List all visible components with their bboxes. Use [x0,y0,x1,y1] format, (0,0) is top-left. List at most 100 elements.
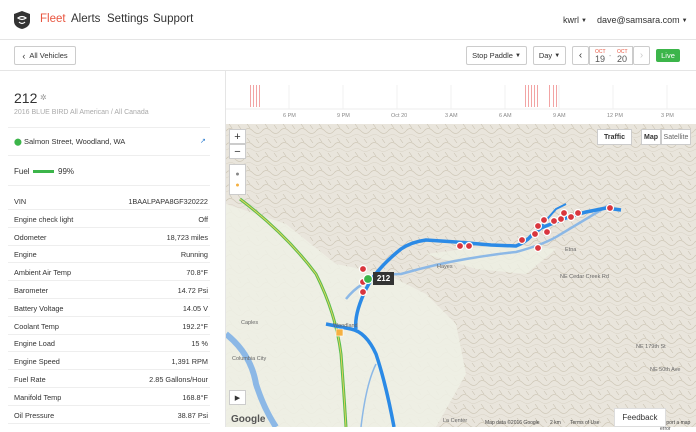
prev-day-button[interactable]: ‹ [572,46,589,65]
timeline-chart [226,85,696,110]
zoom-in-button[interactable]: + [229,129,246,144]
activity-mark [528,85,529,107]
next-day-button[interactable]: › [633,46,650,65]
all-vehicles-label: All Vehicles [29,51,68,60]
activity-mark [537,85,538,107]
nav-settings[interactable]: Settings [107,13,149,25]
stat-row: Odometer 18,723 miles [8,228,210,246]
period-dropdown[interactable]: Day ▼ [533,46,566,65]
activity-mark [531,85,532,107]
timeline-tick-label: 6 AM [499,113,512,119]
stop-marker [573,208,583,218]
timeline-tick-label: 9 PM [337,113,350,119]
activity-mark [549,85,550,107]
timeline-tick-label: 12 PM [607,113,623,119]
activity-timeline[interactable] [226,71,696,124]
stat-row: Engine Load 15 % [8,334,210,353]
divider [8,127,210,128]
activity-mark [525,85,526,107]
layers-icon[interactable]: ● [235,171,239,178]
date-separator: - [609,53,612,60]
stat-value: 18,723 miles [166,232,208,242]
live-button[interactable]: Live [656,49,680,62]
nav-alerts[interactable]: Alerts [71,13,100,25]
stop-marker [358,287,368,297]
top-nav: Fleet Alerts Settings Support kwrl ▼ dave… [0,0,696,40]
samsara-logo-icon[interactable] [13,10,31,30]
chevron-right-icon: › [639,50,644,61]
chevron-down-icon: ▼ [554,52,561,59]
activity-mark [534,85,535,107]
gear-icon[interactable]: ✲ [40,93,47,102]
start-day: 19 [595,54,606,64]
stat-label: Coolant Temp [14,321,59,331]
date-range[interactable]: OCT 19 - OCT 20 [589,46,633,65]
vehicle-location: Salmon Street, Woodland, WA [24,137,126,146]
activity-mark [250,85,251,107]
stop-marker [549,216,559,226]
chevron-down-icon: ▼ [514,52,521,59]
play-button[interactable]: ▶ [229,390,246,405]
stat-value: 1,391 RPM [171,357,208,367]
vehicle-subtitle: 2016 BLUE BIRD All American / All Canada [14,109,149,116]
timeline-tick-label: 3 AM [445,113,458,119]
stop-marker [539,215,549,225]
traffic-toggle[interactable]: Traffic [597,129,632,145]
play-icon: ▶ [234,394,241,402]
stat-value: 14.05 V [182,303,208,313]
stat-label: VIN [14,197,27,206]
location-pin-icon: ⬤ [14,139,22,146]
chevron-down-icon: ▼ [681,17,688,24]
nav-fleet[interactable]: Fleet [40,13,66,25]
stat-row: Engine check light Off [8,210,210,228]
stat-value: 192.2°F [182,321,208,331]
user-menu[interactable]: dave@samsara.com ▼ [597,15,688,25]
map-view[interactable] [226,124,696,427]
stat-label: Engine Load [14,339,55,349]
stop-dropdown[interactable]: Stop Paddle ▼ [466,46,527,65]
stat-value: 168.8°F [182,392,208,402]
chevron-left-icon: ‹ [22,50,26,61]
stat-label: Odometer [14,232,47,242]
stat-label: Oil Pressure [14,410,55,420]
all-vehicles-button[interactable]: ‹ All Vehicles [14,46,76,65]
divider [8,185,210,186]
zoom-out-button[interactable]: − [229,144,246,159]
stat-label: Ambient Air Temp [14,268,72,278]
map-type-satellite[interactable]: Satellite [661,129,691,145]
pegman-icon[interactable]: ● [235,182,239,189]
stat-row: VIN 1BAALPAPA8GF320222 [8,192,210,210]
place-label: Hayes [437,264,453,270]
stop-marker [533,243,543,253]
map-type-map[interactable]: Map [641,129,661,145]
stop-marker [559,208,569,218]
vehicle-tag: 212 [373,272,394,285]
period-label: Day [538,51,553,60]
stop-marker [566,212,576,222]
end-day: 20 [617,54,628,64]
feedback-button[interactable]: Feedback [614,408,666,427]
map-canvas [226,124,696,427]
stat-label: Battery Voltage [14,303,64,313]
timeline-tick-label: 3 PM [661,113,674,119]
vehicle-name: 212 [14,90,38,106]
timeline-tick-label: 9 AM [553,113,566,119]
stat-value: 38.87 Psi [177,410,208,420]
timeline-tick-label: Oct 20 [391,113,408,119]
external-link-icon[interactable]: ↗ [200,137,206,145]
map-scale[interactable]: 2 km [550,420,561,426]
google-logo: Google [231,414,266,425]
stat-row: Battery Voltage 14.05 V [8,299,210,317]
stat-value: 14.72 Psi [177,286,208,295]
stop-marker [517,235,527,245]
nav-support[interactable]: Support [153,13,193,25]
map-controls: ● ● [229,164,246,195]
org-switcher[interactable]: kwrl ▼ [563,15,587,25]
place-label: La Center [443,418,468,424]
highway-shield-icon [335,328,344,337]
chevron-down-icon: ▼ [581,17,587,24]
stop-marker [455,241,465,251]
place-label: Columbia City [232,356,267,362]
stop-marker [530,229,540,239]
terms-link[interactable]: Terms of Use [570,420,599,426]
